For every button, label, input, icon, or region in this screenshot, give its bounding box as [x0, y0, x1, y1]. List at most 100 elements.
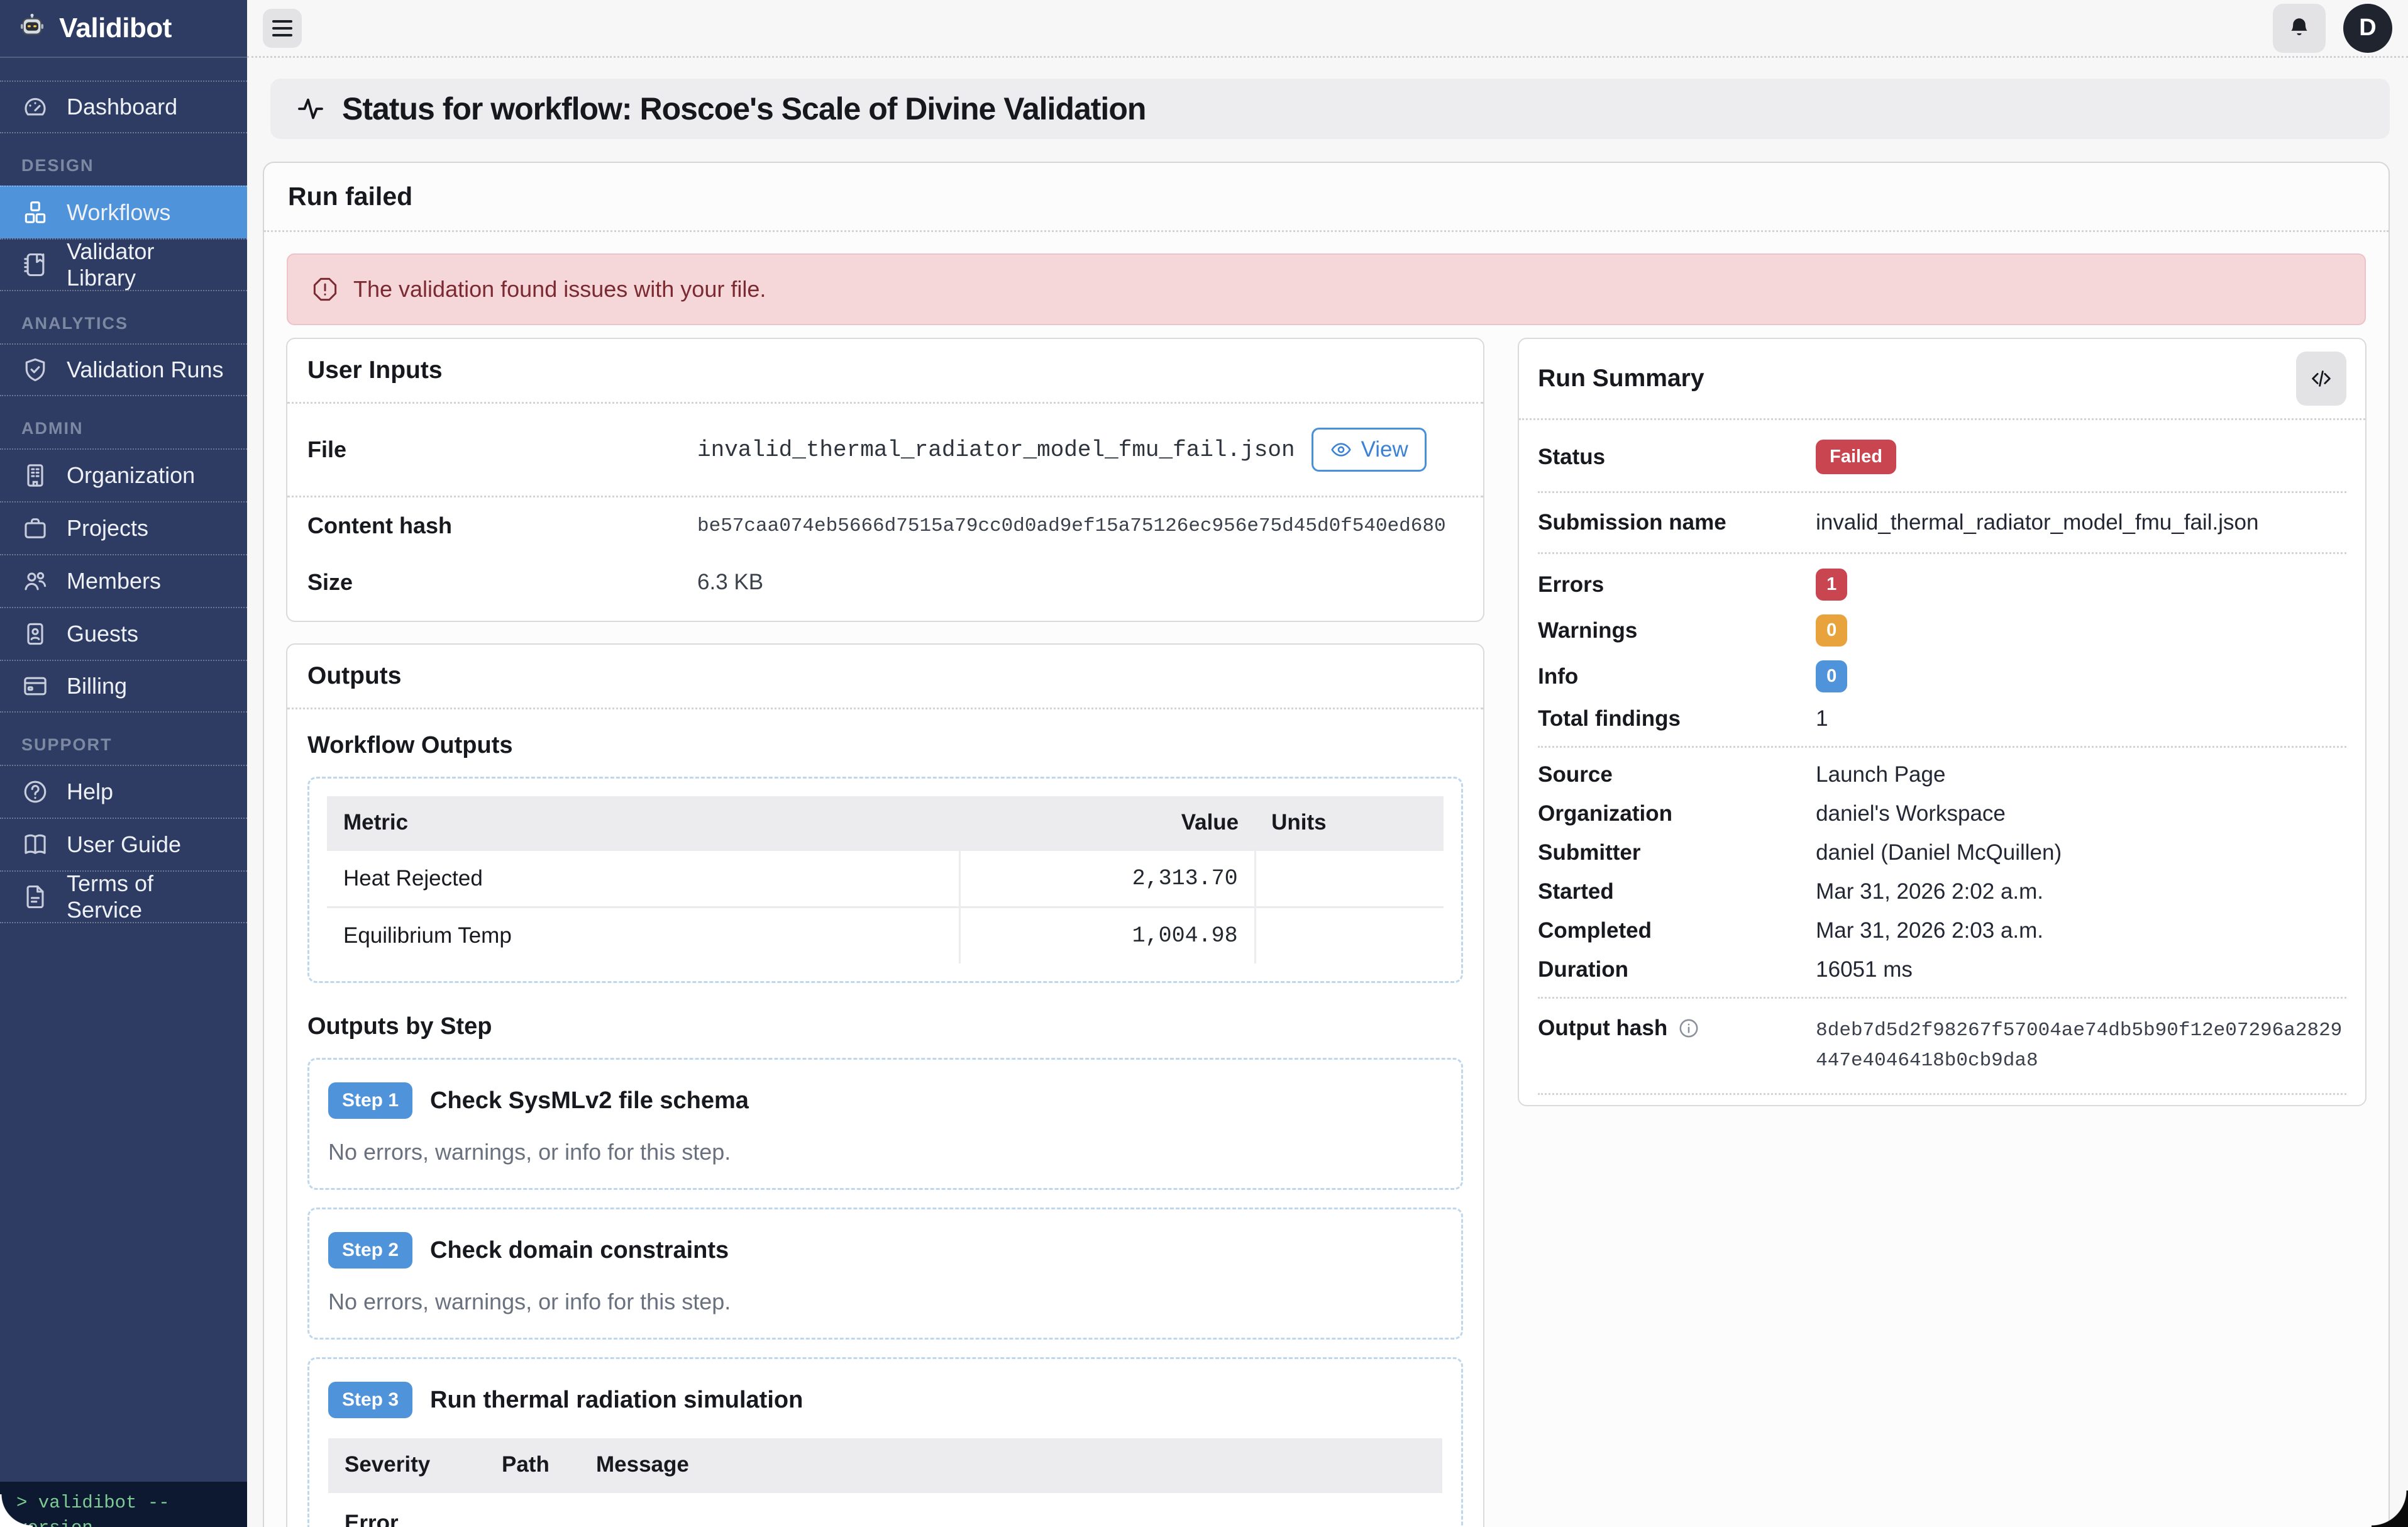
right-column: Run Summary Status Failed [1518, 338, 2367, 1106]
eye-icon [1330, 438, 1352, 461]
sidebar-item-label: Members [67, 568, 161, 594]
sidebar-item-billing[interactable]: Billing [0, 660, 247, 713]
document-icon [21, 883, 49, 911]
info-label: Info [1538, 664, 1816, 689]
col-units: Units [1255, 796, 1444, 850]
step-2-header: Step 2 Check domain constraints [328, 1232, 1442, 1269]
sidebar: Validibot Dashboard DESIGN Workflows Val… [0, 0, 247, 1527]
col-metric: Metric [327, 796, 959, 850]
cubes-icon [21, 199, 49, 226]
started-label: Started [1538, 879, 1816, 904]
step-2-empty-message: No errors, warnings, or info for this st… [328, 1289, 1442, 1315]
content-hash-label: Content hash [307, 513, 697, 539]
outputs-card: Outputs Workflow Outputs Metric Value Un… [286, 643, 1484, 1527]
status-row: Status Failed [1538, 430, 2346, 484]
meta-group: Source Launch Page Organization daniel's… [1538, 748, 2346, 999]
submission-row: Submission name invalid_thermal_radiator… [1538, 501, 2346, 545]
view-json-button[interactable] [2296, 352, 2346, 406]
submission-value: invalid_thermal_radiator_model_fmu_fail.… [1816, 510, 2258, 535]
sidebar-item-label: Projects [67, 515, 148, 541]
sidebar-section-admin: ADMIN [0, 419, 247, 438]
shield-check-icon [21, 356, 49, 384]
page-title-band: Status for workflow: Roscoe's Scale of D… [270, 79, 2390, 139]
sidebar-section-design: DESIGN [0, 156, 247, 175]
sidebar-item-guests[interactable]: Guests [0, 607, 247, 660]
total-findings-row: Total findings 1 [1538, 699, 2346, 738]
step-2-title: Check domain constraints [430, 1237, 729, 1264]
table-header-row: Metric Value Units [327, 796, 1444, 850]
step-1-card: Step 1 Check SysMLv2 file schema No erro… [307, 1058, 1463, 1190]
status-group: Status Failed [1538, 423, 2346, 493]
source-label: Source [1538, 762, 1816, 787]
size-value: 6.3 KB [697, 570, 763, 595]
sidebar-item-dashboard[interactable]: Dashboard [0, 81, 247, 133]
sidebar-item-validator-library[interactable]: Validator Library [0, 238, 247, 291]
screen-corner-bottom-left [0, 1494, 33, 1527]
version-terminal: > validibot --version core 0.3.3 [0, 1482, 247, 1527]
content-hash-value: be57caa074eb5666d7515a79cc0d0ad9ef15a751… [697, 515, 1446, 537]
findings-header-row: Severity Path Message [328, 1438, 1442, 1492]
sidebar-item-organization[interactable]: Organization [0, 448, 247, 501]
status-label: Status [1538, 445, 1816, 470]
sidebar-item-label: Terms of Service [67, 870, 226, 923]
source-row: Source Launch Page [1538, 755, 2346, 794]
submission-group: Submission name invalid_thermal_radiator… [1538, 493, 2346, 554]
sidebar-item-validation-runs[interactable]: Validation Runs [0, 343, 247, 396]
info-count-badge: 0 [1816, 660, 1847, 692]
completed-label: Completed [1538, 918, 1816, 943]
validibot-logo-icon [18, 13, 47, 45]
credit-card-icon [21, 672, 49, 700]
building-icon [21, 462, 49, 489]
file-value: invalid_thermal_radiator_model_fmu_fail.… [697, 437, 1295, 463]
run-summary-body: Status Failed Submission name invalid_th… [1519, 420, 2365, 1105]
errors-count-badge: 1 [1816, 569, 1847, 601]
col-value: Value [959, 796, 1255, 850]
organization-row: Organization daniel's Workspace [1538, 794, 2346, 833]
sidebar-section-analytics: ANALYTICS [0, 314, 247, 333]
step-2-badge: Step 2 [328, 1232, 412, 1269]
sidebar-item-members[interactable]: Members [0, 554, 247, 607]
workflow-outputs-heading: Workflow Outputs [307, 732, 1463, 759]
terminal-command: > validibot --version [16, 1491, 231, 1527]
step-3-header: Step 3 Run thermal radiation simulation [328, 1382, 1442, 1418]
user-inputs-title: User Inputs [287, 339, 1483, 404]
warnings-row: Warnings 0 [1538, 608, 2346, 653]
total-findings-value: 1 [1816, 706, 1828, 731]
id-badge-icon [21, 620, 49, 648]
run-status-header: Run failed [264, 163, 2389, 232]
left-column: User Inputs File invalid_thermal_radiato… [286, 338, 1484, 1527]
organization-value: daniel's Workspace [1816, 801, 2006, 826]
sidebar-toggle-button[interactable] [263, 9, 302, 48]
sidebar-item-label: Dashboard [67, 94, 177, 120]
topbar: D [247, 0, 2408, 58]
total-findings-label: Total findings [1538, 706, 1816, 731]
findings-count-group: Errors 1 Warnings 0 Info [1538, 554, 2346, 748]
sidebar-item-projects[interactable]: Projects [0, 501, 247, 554]
organization-label: Organization [1538, 801, 1816, 826]
sidebar-item-workflows[interactable]: Workflows [0, 186, 247, 238]
info-icon[interactable] [1677, 1017, 1700, 1040]
sidebar-item-terms-of-service[interactable]: Terms of Service [0, 870, 247, 923]
run-summary-header: Run Summary [1519, 339, 2365, 420]
errors-row: Errors 1 [1538, 562, 2346, 608]
gauge-icon [21, 93, 49, 121]
sidebar-item-label: User Guide [67, 831, 181, 858]
run-summary-card: Run Summary Status Failed [1518, 338, 2367, 1106]
duration-row: Duration 16051 ms [1538, 950, 2346, 989]
library-icon [21, 251, 49, 279]
file-label: File [307, 436, 697, 463]
step-2-card: Step 2 Check domain constraints No error… [307, 1208, 1463, 1340]
output-hash-row: Output hash 8deb7d5d2f98267f57004ae74db5… [1538, 1006, 2346, 1086]
sidebar-item-user-guide[interactable]: User Guide [0, 818, 247, 870]
outputs-title: Outputs [287, 645, 1483, 709]
avatar[interactable]: D [2343, 4, 2392, 53]
screen-corner-bottom-right [2372, 1491, 2408, 1527]
col-path: Path [485, 1438, 580, 1492]
workflow-outputs-table-box: Metric Value Units Heat Rejected [307, 777, 1463, 983]
sidebar-item-help[interactable]: Help [0, 765, 247, 818]
info-row: Info 0 [1538, 653, 2346, 699]
view-file-button[interactable]: View [1312, 428, 1427, 472]
notifications-button[interactable] [2273, 4, 2326, 53]
workflow-outputs-table: Metric Value Units Heat Rejected [327, 796, 1444, 963]
outputs-by-step-heading: Outputs by Step [307, 1013, 1463, 1040]
